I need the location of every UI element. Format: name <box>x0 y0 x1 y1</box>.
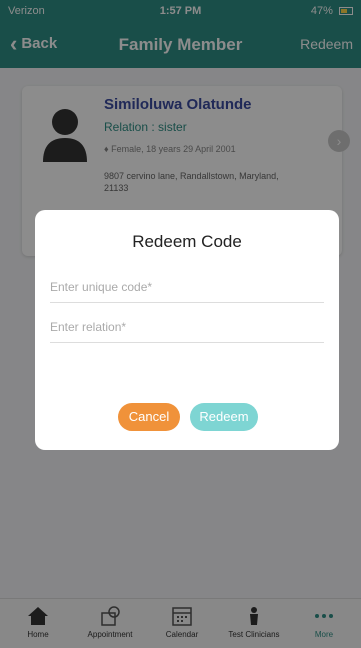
redeem-button[interactable]: Redeem <box>190 403 258 431</box>
unique-code-field <box>50 280 324 303</box>
relation-input[interactable] <box>50 320 324 334</box>
relation-field <box>50 320 324 343</box>
unique-code-input[interactable] <box>50 280 324 294</box>
redeem-code-dialog: Redeem Code Cancel Redeem <box>35 210 339 450</box>
dialog-title: Redeem Code <box>132 232 242 251</box>
cancel-button[interactable]: Cancel <box>118 403 180 431</box>
